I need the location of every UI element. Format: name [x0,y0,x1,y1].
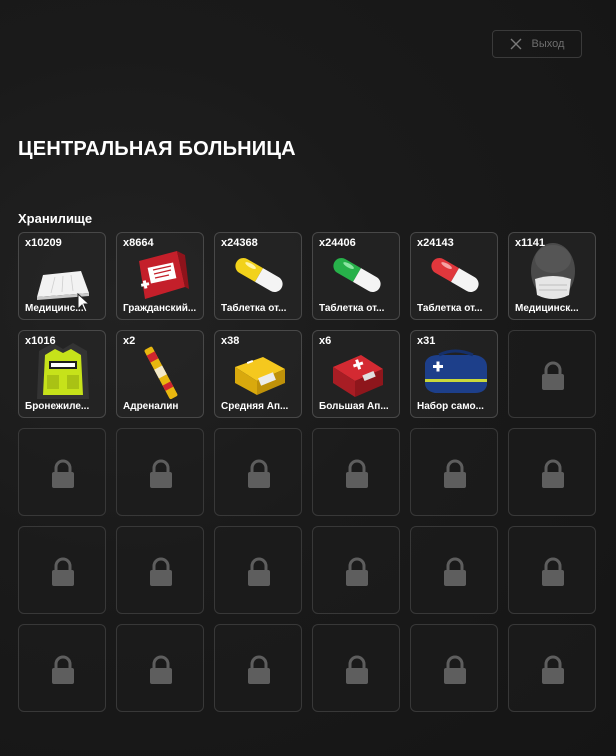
item-name: Медицинск... [515,303,579,314]
locked-slot [214,526,302,614]
item-name: Таблетка от... [417,303,483,314]
item-name: Гражданский... [123,303,197,314]
lock-icon [346,655,368,684]
item-qty: x38 [221,335,240,347]
locked-slot [410,428,498,516]
item-qty: x24143 [417,237,454,249]
inventory-slot[interactable]: x24406 Таблетка от... [312,232,400,320]
self-aid-bag-icon [425,349,487,393]
item-qty: x1016 [25,335,56,347]
green-pill-icon [333,258,381,292]
locked-slot [508,526,596,614]
inventory-slot[interactable]: x31 Набор само... [410,330,498,418]
inventory-slot[interactable]: x8664 Гражданский... [116,232,204,320]
item-qty: x1141 [515,237,545,249]
inventory-slot[interactable]: x1141 Медицинск... [508,232,596,320]
lock-icon [542,361,564,390]
lock-icon [542,459,564,488]
locked-slot [312,428,400,516]
locked-slot [18,428,106,516]
item-name: Таблетка от... [221,303,287,314]
locked-slot [214,428,302,516]
first-aid-kit-icon [139,251,189,299]
storage-label: Хранилище [18,211,93,226]
item-name: Средняя Ап... [221,401,289,412]
locked-slot [508,428,596,516]
inventory-slot[interactable]: x24368 Таблетка от... [214,232,302,320]
item-qty: x10209 [25,237,62,249]
locked-slot [116,428,204,516]
lock-icon [150,655,172,684]
item-name: Большая Ап... [319,401,389,412]
yellow-pill-icon [235,258,283,292]
item-qty: x24406 [319,237,356,249]
adrenaline-syringe-icon [144,346,178,400]
mouse-cursor-icon [77,293,91,313]
inventory-grid: x10209 Медицинс... x8664 Гражданский... … [18,232,596,712]
lock-icon [346,459,368,488]
close-icon [510,38,522,50]
inventory-slot[interactable]: x2 Адреналин [116,330,204,418]
item-qty: x24368 [221,237,258,249]
page-title: ЦЕНТРАЛЬНАЯ БОЛЬНИЦА [18,138,296,160]
item-qty: x8664 [123,237,154,249]
item-qty: x31 [417,335,436,347]
lock-icon [248,459,270,488]
locked-slot [508,624,596,712]
locked-slot [312,624,400,712]
locked-slot [410,624,498,712]
lock-icon [248,655,270,684]
exit-button[interactable]: Выход [492,30,582,58]
exit-label: Выход [531,38,565,50]
lock-icon [150,459,172,488]
medium-first-aid-icon [235,357,285,395]
item-name: Бронежиле... [25,401,90,412]
locked-slot [18,624,106,712]
item-name: Адреналин [123,401,179,412]
medic-vest-icon [37,343,89,399]
inventory-slot[interactable]: x24143 Таблетка от... [410,232,498,320]
item-qty: x2 [123,335,136,347]
lock-icon [444,459,466,488]
locked-slot [214,624,302,712]
lock-icon [248,557,270,586]
item-name: Таблетка от... [319,303,385,314]
large-first-aid-icon [333,355,383,397]
locked-slot [18,526,106,614]
red-pill-icon [431,258,479,292]
lock-icon [346,557,368,586]
lock-icon [150,557,172,586]
locked-slot [116,526,204,614]
lock-icon [444,655,466,684]
item-qty: x6 [319,335,332,347]
inventory-slot[interactable]: x10209 Медицинс... [18,232,106,320]
locked-slot [116,624,204,712]
lock-icon [52,655,74,684]
inventory-slot[interactable]: x6 Большая Ап... [312,330,400,418]
inventory-slot[interactable]: x1016 Бронежиле... [18,330,106,418]
inventory-slot[interactable]: x38 Средняя Ап... [214,330,302,418]
lock-icon [444,557,466,586]
lock-icon [542,557,564,586]
lock-icon [52,557,74,586]
locked-slot [508,330,596,418]
locked-slot [312,526,400,614]
lock-icon [542,655,564,684]
lock-icon [52,459,74,488]
medical-mask-icon [531,243,575,299]
locked-slot [410,526,498,614]
item-name: Набор само... [417,401,484,412]
